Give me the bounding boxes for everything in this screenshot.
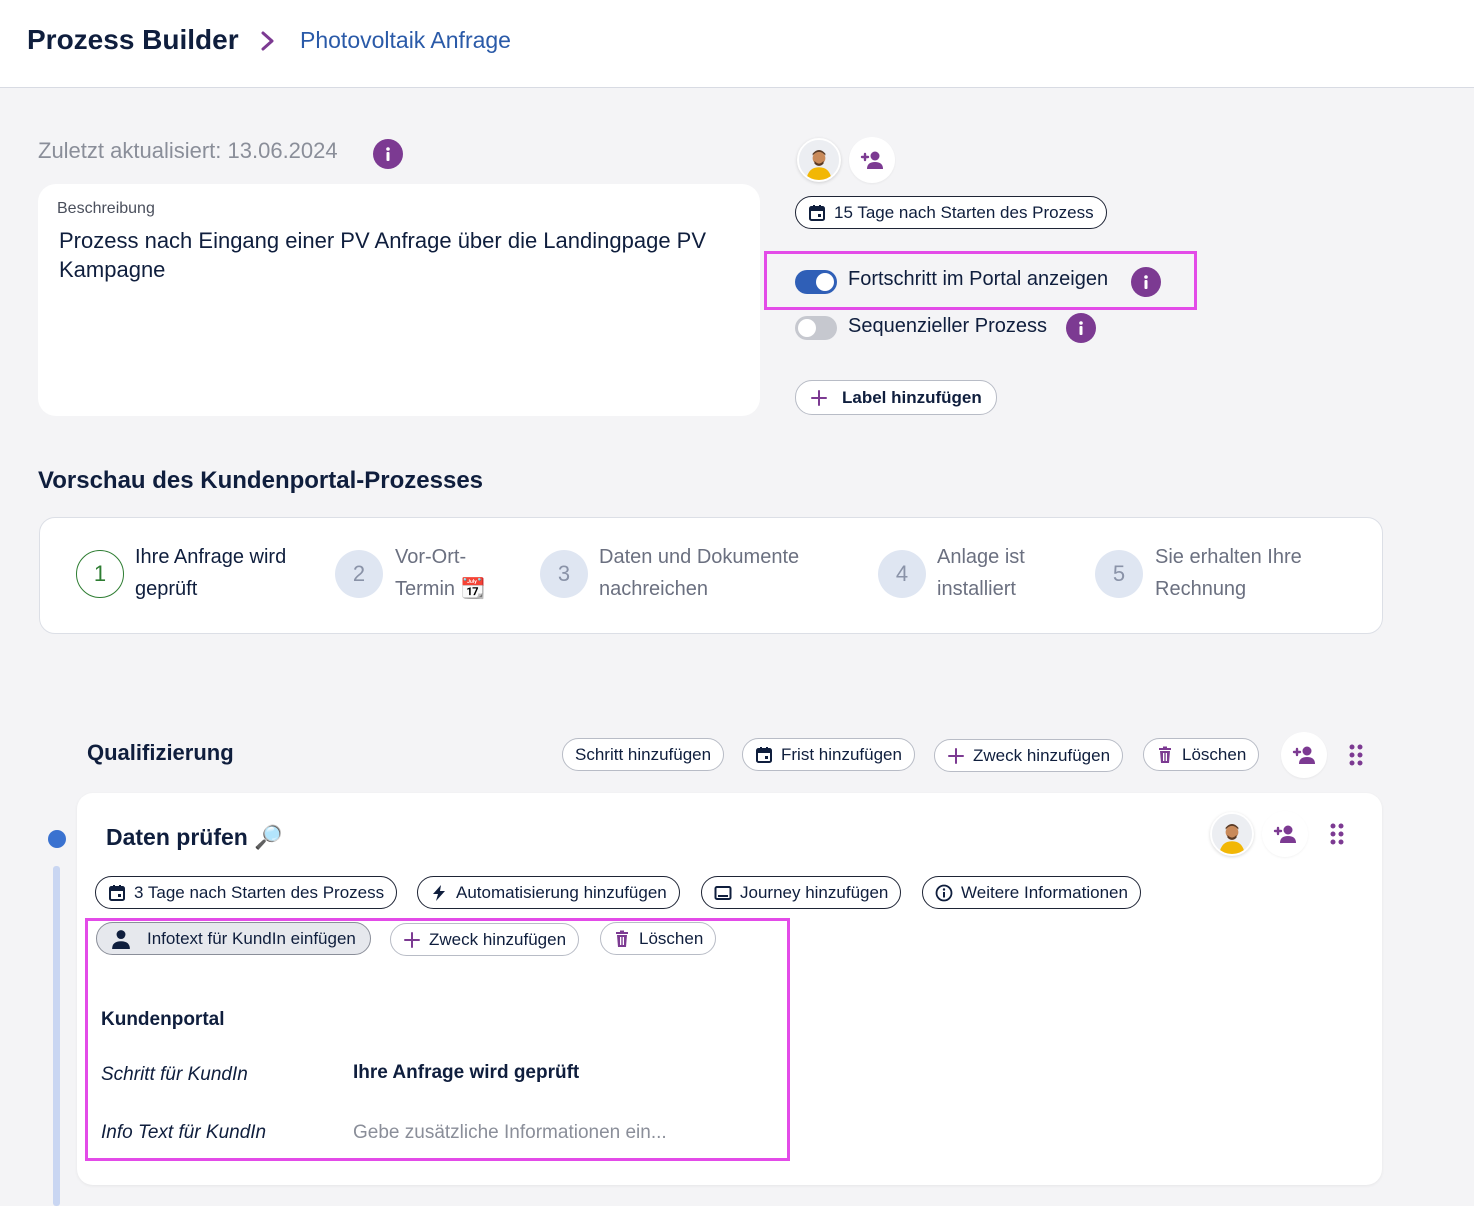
step-for-customer-label: Schritt für KundIn xyxy=(101,1064,248,1085)
preview-step-label: Daten und Dokumente nachreichen xyxy=(599,546,800,600)
add-person-button[interactable] xyxy=(1262,811,1308,857)
journey-icon xyxy=(714,885,732,900)
timeline-line xyxy=(53,866,60,1206)
add-purpose-label: Zweck hinzufügen xyxy=(429,929,567,949)
step-for-customer-value[interactable]: Ihre Anfrage wird geprüft xyxy=(353,1062,579,1084)
preview-step-number: 5 xyxy=(1095,550,1143,598)
breadcrumb-process[interactable]: Photovoltaik Anfrage xyxy=(300,27,511,54)
delete-phase-label: Löschen xyxy=(1182,744,1247,764)
plus-icon xyxy=(811,389,827,406)
info-outline-icon xyxy=(935,884,953,901)
preview-step-number: 1 xyxy=(76,550,124,598)
preview-step-label: Vor-Ort- Termin 📆 xyxy=(395,546,486,600)
lightning-icon xyxy=(433,884,445,901)
trash-icon xyxy=(616,930,628,947)
add-journey-button[interactable]: Journey hinzufügen xyxy=(701,876,902,909)
description-label: Beschreibung xyxy=(57,200,155,217)
description-card[interactable]: Beschreibung Prozess nach Eingang einer … xyxy=(38,184,760,416)
preview-section-title: Vorschau des Kundenportal-Prozesses xyxy=(38,467,484,494)
add-purpose-button[interactable]: Zweck hinzufügen xyxy=(390,923,580,956)
drag-handle-icon[interactable] xyxy=(1348,743,1364,767)
calendar-icon xyxy=(756,746,772,763)
top-bar: Prozess Builder Photovoltaik Anfrage xyxy=(0,0,1474,88)
step-deadline-chip[interactable]: 3 Tage nach Starten des Prozess xyxy=(95,876,398,909)
sequential-process-toggle[interactable] xyxy=(795,316,837,340)
customer-portal-heading: Kundenportal xyxy=(101,1009,225,1030)
info-icon[interactable] xyxy=(1131,267,1161,297)
sequential-process-label: Sequenzieller Prozess xyxy=(848,315,1047,337)
delete-step-label: Löschen xyxy=(639,928,704,948)
deadline-chip[interactable]: 15 Tage nach Starten des Prozess xyxy=(795,196,1107,229)
add-purpose-label: Zweck hinzufügen xyxy=(973,745,1111,765)
chevron-right-icon xyxy=(261,31,274,51)
infotext-button[interactable]: Infotext für KundIn einfügen xyxy=(96,922,371,955)
avatar[interactable] xyxy=(797,138,841,182)
preview-step-number: 3 xyxy=(540,550,588,598)
step-title[interactable]: Daten prüfen 🔎 xyxy=(106,824,283,851)
delete-phase-button[interactable]: Löschen xyxy=(1143,738,1260,771)
preview-step-label: Ihre Anfrage wird geprüft xyxy=(135,546,287,600)
add-label-text: Label hinzufügen xyxy=(842,387,982,407)
phase-title[interactable]: Qualifizierung xyxy=(87,740,234,766)
add-person-icon xyxy=(1273,825,1296,843)
delete-step-button[interactable]: Löschen xyxy=(600,922,717,955)
add-step-button[interactable]: Schritt hinzufügen xyxy=(562,738,725,771)
preview-step-label: Sie erhalten Ihre Rechnung xyxy=(1155,546,1302,600)
more-info-button[interactable]: Weitere Informationen xyxy=(922,876,1141,909)
add-deadline-button[interactable]: Frist hinzufügen xyxy=(742,738,915,771)
info-text-input[interactable]: Gebe zusätzliche Informationen ein... xyxy=(353,1122,667,1144)
infotext-label: Infotext für KundIn einfügen xyxy=(147,928,356,948)
preview-step-label: Anlage ist installiert xyxy=(937,546,1025,600)
add-purpose-button[interactable]: Zweck hinzufügen xyxy=(934,739,1124,772)
add-automation-label: Automatisierung hinzufügen xyxy=(456,882,667,902)
calendar-icon xyxy=(109,884,125,901)
deadline-label: 15 Tage nach Starten des Prozess xyxy=(834,202,1094,222)
more-info-label: Weitere Informationen xyxy=(961,882,1128,902)
portal-progress-label: Fortschritt im Portal anzeigen xyxy=(848,268,1109,290)
info-text-label: Info Text für KundIn xyxy=(101,1122,267,1143)
info-icon[interactable] xyxy=(1066,313,1096,343)
add-automation-button[interactable]: Automatisierung hinzufügen xyxy=(417,876,680,909)
trash-icon xyxy=(1159,746,1171,763)
avatar[interactable] xyxy=(1210,812,1254,856)
add-step-label: Schritt hinzufügen xyxy=(575,744,712,764)
add-deadline-label: Frist hinzufügen xyxy=(781,744,902,764)
plus-icon xyxy=(948,747,964,764)
preview-step-number: 2 xyxy=(335,550,383,598)
step-deadline-label: 3 Tage nach Starten des Prozess xyxy=(134,882,385,902)
app-title[interactable]: Prozess Builder xyxy=(27,24,239,56)
calendar-icon xyxy=(809,204,825,221)
plus-icon xyxy=(404,931,420,948)
add-label-button[interactable]: Label hinzufügen xyxy=(795,380,997,415)
person-icon xyxy=(112,929,130,949)
timeline-dot xyxy=(48,830,66,848)
description-text[interactable]: Prozess nach Eingang einer PV Anfrage üb… xyxy=(59,226,739,284)
portal-progress-toggle[interactable] xyxy=(795,270,837,294)
add-person-icon xyxy=(1292,746,1315,764)
info-icon[interactable] xyxy=(373,139,403,169)
add-person-button[interactable] xyxy=(849,137,895,183)
add-person-icon xyxy=(860,151,883,169)
preview-step-number: 4 xyxy=(878,550,926,598)
last-updated-text: Zuletzt aktualisiert: 13.06.2024 xyxy=(38,138,338,163)
add-journey-label: Journey hinzufügen xyxy=(740,882,889,902)
drag-handle-icon[interactable] xyxy=(1329,822,1345,846)
add-person-button[interactable] xyxy=(1281,732,1327,778)
